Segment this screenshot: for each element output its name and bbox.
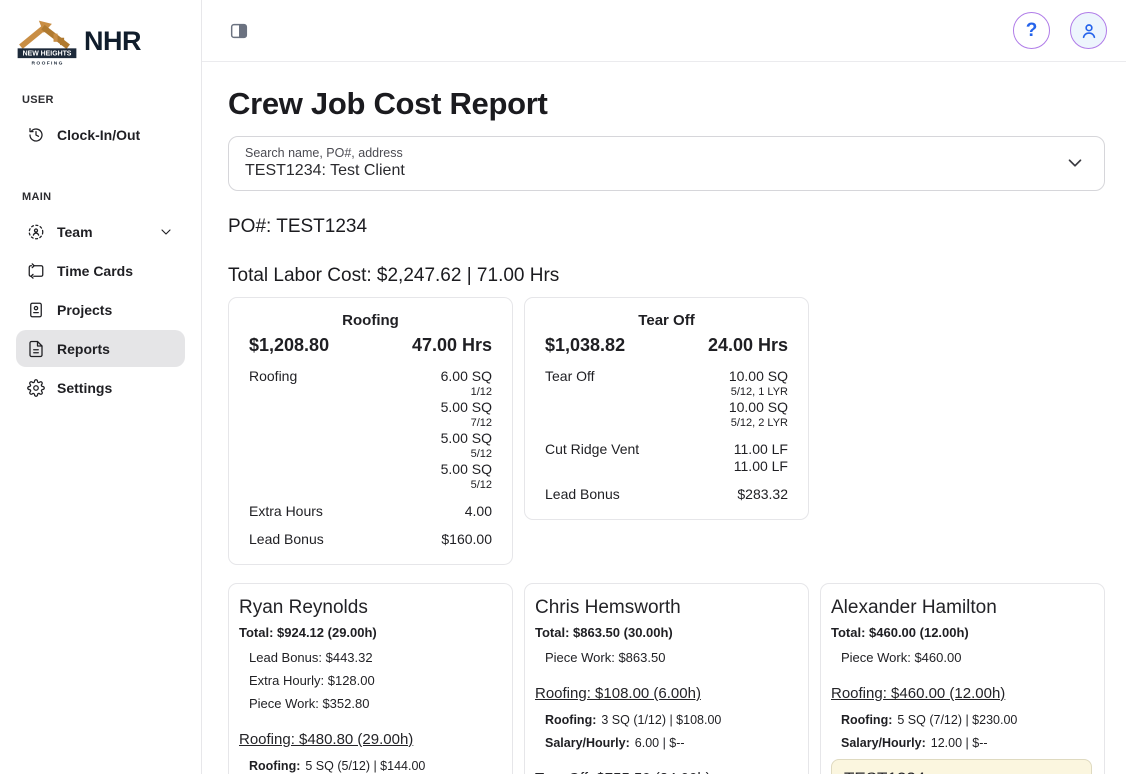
summary-amount: $1,038.82 xyxy=(545,335,625,356)
help-icon: ? xyxy=(1026,20,1038,42)
crew-section-link[interactable]: Roofing: $108.00 (6.00h) xyxy=(535,686,701,701)
sidebar-toggle-icon[interactable] xyxy=(228,20,250,42)
reports-icon xyxy=(26,339,45,358)
crew-cards-row: Ryan Reynolds Total: $924.12 (29.00h) Le… xyxy=(228,583,1105,774)
summary-row: Cut Ridge Vent 11.00 LF 11.00 LF xyxy=(545,441,788,475)
crew-total: Total: $460.00 (12.00h) xyxy=(831,626,1092,639)
company-logo[interactable]: NEW HEIGHTS R O O F I N G NHR xyxy=(16,14,185,68)
help-button[interactable]: ? xyxy=(1013,12,1050,49)
topbar: ? xyxy=(202,0,1126,62)
report-content: Crew Job Cost Report Search name, PO#, a… xyxy=(202,62,1126,774)
sidebar-item-projects[interactable]: Projects xyxy=(16,291,185,328)
crew-detail-line: Roofing: 3 SQ (1/12) | $108.00 xyxy=(535,713,796,728)
clock-history-icon xyxy=(26,125,45,144)
crew-breakdown-item: Extra Hourly: $128.00 xyxy=(239,674,500,687)
crew-card-alexander-hamilton: Alexander Hamilton Total: $460.00 (12.00… xyxy=(820,583,1105,774)
sidebar-item-reports[interactable]: Reports xyxy=(16,330,185,367)
crew-breakdown-item: Lead Bonus: $443.32 xyxy=(239,651,500,664)
sidebar-item-time-cards[interactable]: Time Cards xyxy=(16,252,185,289)
summary-hours: 47.00 Hrs xyxy=(412,335,492,356)
crew-breakdown-item: Piece Work: $352.80 xyxy=(239,697,500,710)
crew-section-link[interactable]: Roofing: $480.80 (29.00h) xyxy=(239,732,413,747)
brand-name: NHR xyxy=(84,26,141,57)
page-title: Crew Job Cost Report xyxy=(228,86,1105,122)
po-number: PO#: TEST1234 xyxy=(228,216,1105,238)
summary-row: Roofing 6.00 SQ 1/12 5.00 SQ 7/12 5.00 S… xyxy=(249,368,492,492)
sidebar-item-label: Projects xyxy=(57,302,112,318)
chevron-down-icon xyxy=(156,222,175,241)
sidebar-item-label: Clock-In/Out xyxy=(57,127,140,143)
time-cards-icon xyxy=(26,261,45,280)
projects-icon xyxy=(26,300,45,319)
sidebar-section-user: USER xyxy=(22,94,185,106)
crew-name: Ryan Reynolds xyxy=(239,598,500,617)
crew-detail-line: Roofing: 5 SQ (5/12) | $144.00 3 SQ (1/1… xyxy=(239,759,500,774)
sidebar-item-label: Settings xyxy=(57,380,112,396)
crew-name: Alexander Hamilton xyxy=(831,598,1092,617)
logo-line2: R O O F I N G xyxy=(32,61,63,67)
timecard-po: TEST1234 xyxy=(844,769,925,774)
chevron-down-icon xyxy=(1064,152,1086,174)
search-selected-value: TEST1234: Test Client xyxy=(245,162,405,180)
crew-total: Total: $924.12 (29.00h) xyxy=(239,626,500,639)
roof-logo-icon: NEW HEIGHTS R O O F I N G xyxy=(16,14,78,68)
summary-hours: 24.00 Hrs xyxy=(708,335,788,356)
gear-icon xyxy=(26,378,45,397)
sidebar-item-label: Time Cards xyxy=(57,263,133,279)
summary-row: Lead Bonus $160.00 xyxy=(249,531,492,548)
crew-breakdown-item: Piece Work: $863.50 xyxy=(535,651,796,664)
crew-detail-line: Salary/Hourly: 12.00 | $-- xyxy=(831,736,1092,751)
sidebar: NEW HEIGHTS R O O F I N G NHR USER Clock… xyxy=(0,0,202,774)
user-icon xyxy=(1079,21,1099,41)
sidebar-item-settings[interactable]: Settings xyxy=(16,369,185,406)
sidebar-item-label: Team xyxy=(57,224,93,240)
crew-name: Chris Hemsworth xyxy=(535,598,796,617)
summary-amount: $1,208.80 xyxy=(249,335,329,356)
summary-row: Lead Bonus $283.32 xyxy=(545,486,788,503)
sidebar-item-clock-in-out[interactable]: Clock-In/Out xyxy=(16,116,185,153)
crew-card-ryan-reynolds: Ryan Reynolds Total: $924.12 (29.00h) Le… xyxy=(228,583,513,774)
summary-card-roofing: Roofing $1,208.80 47.00 Hrs Roofing 6.00… xyxy=(228,297,513,565)
summary-card-tear-off: Tear Off $1,038.82 24.00 Hrs Tear Off 10… xyxy=(524,297,809,520)
crew-detail-line: Salary/Hourly: 6.00 | $-- xyxy=(535,736,796,751)
summary-card-title: Roofing xyxy=(249,312,492,329)
sidebar-item-label: Reports xyxy=(57,341,110,357)
summary-row: Extra Hours 4.00 xyxy=(249,503,492,520)
sidebar-section-main: MAIN xyxy=(22,191,185,203)
crew-breakdown-item: Piece Work: $460.00 xyxy=(831,651,1092,664)
crew-section-link[interactable]: Roofing: $460.00 (12.00h) xyxy=(831,686,1005,701)
app-window: NEW HEIGHTS R O O F I N G NHR USER Clock… xyxy=(0,0,1126,774)
search-placeholder-label: Search name, PO#, address xyxy=(245,146,405,160)
crew-card-chris-hemsworth: Chris Hemsworth Total: $863.50 (30.00h) … xyxy=(524,583,809,774)
summary-card-title: Tear Off xyxy=(545,312,788,329)
job-search-select[interactable]: Search name, PO#, address TEST1234: Test… xyxy=(228,136,1105,191)
logo-line1: NEW HEIGHTS xyxy=(23,51,72,58)
total-labor-cost: Total Labor Cost: $2,247.62 | 71.00 Hrs xyxy=(228,265,1105,287)
main-area: ? Crew Job Cost Report Search name, PO#,… xyxy=(202,0,1126,774)
user-button[interactable] xyxy=(1070,12,1107,49)
team-icon xyxy=(26,222,45,241)
summary-row: Tear Off 10.00 SQ 5/12, 1 LYR 10.00 SQ 5… xyxy=(545,368,788,430)
crew-detail-line: Roofing: 5 SQ (7/12) | $230.00 xyxy=(831,713,1092,728)
crew-total: Total: $863.50 (30.00h) xyxy=(535,626,796,639)
sidebar-item-team[interactable]: Team xyxy=(16,213,185,250)
summary-cards-row: Roofing $1,208.80 47.00 Hrs Roofing 6.00… xyxy=(228,297,1105,565)
timecard-entry[interactable]: TEST1234 12.0h 10/14/24 Roofing 05:00 - … xyxy=(831,759,1092,774)
